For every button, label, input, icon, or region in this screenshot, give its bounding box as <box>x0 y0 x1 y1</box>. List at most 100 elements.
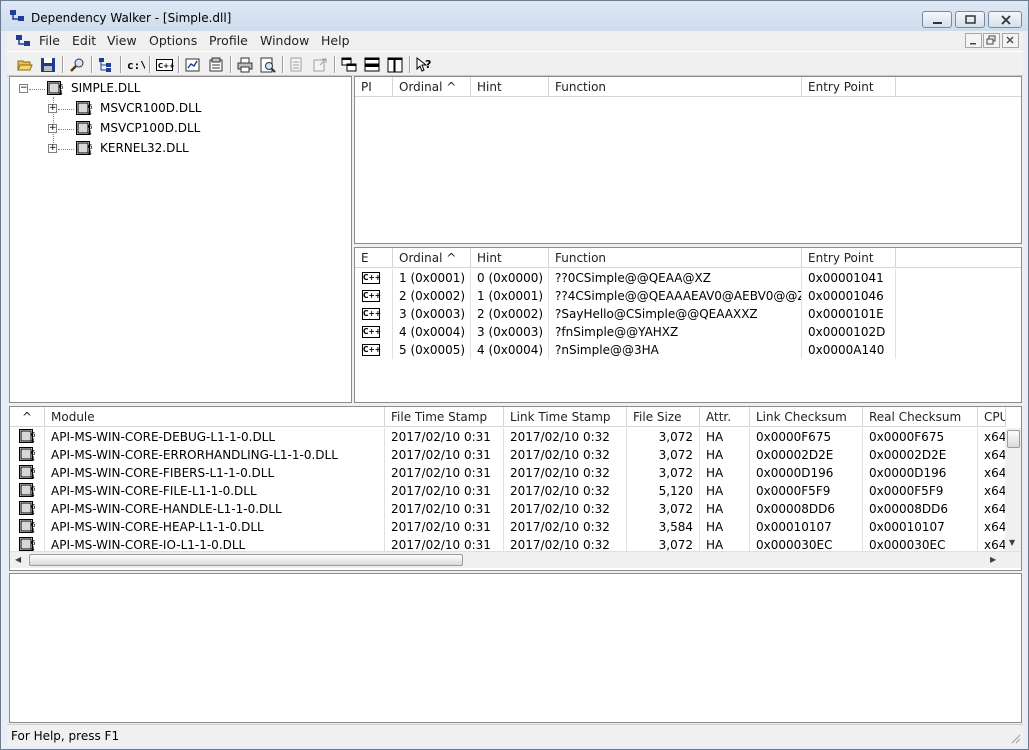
external-viewer-button[interactable] <box>310 55 330 74</box>
find-button[interactable] <box>67 55 87 74</box>
document-system-menu-icon[interactable] <box>15 34 31 48</box>
title-bar[interactable]: Dependency Walker - [Simple.dll] <box>1 1 1028 31</box>
column-attr[interactable]: Attr. <box>700 407 750 427</box>
toolbar-separator <box>149 56 151 73</box>
module-list-vertical-scrollbar[interactable]: ▼ <box>1005 428 1021 551</box>
menu-edit[interactable]: Edit <box>72 33 96 48</box>
save-button[interactable] <box>38 55 58 74</box>
tree-item-msvcr100d[interactable]: + 64 MSVCR100D.DLL <box>10 99 350 119</box>
undecorate-cpp-button[interactable]: C++ <box>154 55 174 74</box>
table-row[interactable]: 6 4 API-MS-WIN-CORE-ERRORHANDLING-L1-1-0.D… <box>10 446 1006 464</box>
column-real-checksum[interactable]: Real Checksum <box>863 407 978 427</box>
table-row[interactable]: 6 4 API-MS-WIN-CORE-IO-L1-1-0.DLL 2017/02/1… <box>10 536 1006 551</box>
column-module[interactable]: Module <box>45 407 385 427</box>
tile-vertical-button[interactable] <box>385 55 405 74</box>
print-button[interactable] <box>235 55 255 74</box>
table-row[interactable]: C++ 5 (0x0005) 4 (0x0004) ?nSimple@@3HA 0x00… <box>355 341 896 359</box>
column-hint[interactable]: Hint <box>471 77 549 97</box>
module-dependency-tree[interactable]: − 64 SIMPLE.DLL + 64 MSVCR100D.DLL + 64 … <box>9 76 352 403</box>
full-paths-button[interactable]: c:\ <box>125 55 145 74</box>
column-function[interactable]: Function <box>549 248 802 268</box>
scroll-thumb[interactable] <box>29 554 463 566</box>
cell-ordinal: 5 (0x0005) <box>393 341 471 359</box>
column-link-time-stamp[interactable]: Link Time Stamp <box>504 407 627 427</box>
table-row[interactable]: 6 4 API-MS-WIN-CORE-FIBERS-L1-1-0.DLL 2017/… <box>10 464 1006 482</box>
scroll-right-icon[interactable]: ▶ <box>990 555 996 564</box>
column-link-checksum[interactable]: Link Checksum <box>750 407 863 427</box>
highlight-match-button[interactable] <box>287 55 307 74</box>
cascade-button[interactable] <box>339 55 359 74</box>
copy-button[interactable] <box>96 55 116 74</box>
cell-file-size: 3,584 <box>627 518 700 536</box>
column-function[interactable]: Function <box>549 77 802 97</box>
parent-import-list[interactable]: PI Ordinal ^ Hint Function Entry Point <box>354 76 1022 244</box>
close-button[interactable] <box>988 11 1022 28</box>
column-sort[interactable]: ^ <box>10 407 45 427</box>
export-function-list[interactable]: E Ordinal ^ Hint Function Entry Point C+… <box>354 247 1022 403</box>
menu-options[interactable]: Options <box>149 33 197 48</box>
mdi-close-button[interactable] <box>1002 33 1019 48</box>
cpp-function-icon: C++ <box>362 272 382 284</box>
table-row[interactable]: C++ 4 (0x0004) 3 (0x0003) ?fnSimple@@YAHXZ 0… <box>355 323 896 341</box>
mdi-minimize-button[interactable] <box>965 33 982 48</box>
resize-grip-icon[interactable] <box>1009 732 1021 744</box>
menu-help[interactable]: Help <box>321 33 350 48</box>
column-cpu[interactable]: CPU <box>978 407 1006 427</box>
expand-icon[interactable]: + <box>48 104 57 113</box>
expand-icon[interactable]: + <box>48 144 57 153</box>
maximize-button[interactable] <box>955 11 985 28</box>
column-entry-point[interactable]: Entry Point <box>802 248 896 268</box>
cell-hint: 0 (0x0000) <box>471 269 549 287</box>
cell-attr: HA <box>700 446 750 464</box>
log-view[interactable] <box>9 573 1022 723</box>
column-e[interactable]: E <box>355 248 393 268</box>
highlight-match-icon <box>290 57 302 72</box>
collapse-icon[interactable]: − <box>19 84 28 93</box>
tree-item-root[interactable]: − 64 SIMPLE.DLL <box>10 79 350 99</box>
cell-attr: HA <box>700 482 750 500</box>
column-entry-point[interactable]: Entry Point <box>802 77 896 97</box>
scroll-down-icon[interactable]: ▼ <box>1009 538 1015 547</box>
view-properties-button[interactable] <box>183 55 203 74</box>
column-file-time-stamp[interactable]: File Time Stamp <box>385 407 504 427</box>
cell-icon: 64 <box>10 500 45 518</box>
context-help-icon: ? <box>416 57 431 72</box>
cell-icon: 64 <box>10 446 45 464</box>
table-row[interactable]: 6 4 API-MS-WIN-CORE-DEBUG-L1-1-0.DLL 2017/0… <box>10 428 1006 446</box>
menu-profile[interactable]: Profile <box>209 33 248 48</box>
cell-cpu: x64 <box>978 446 1006 464</box>
cell-entry-point: 0x00001046 <box>802 287 896 305</box>
table-row[interactable]: 6 4 API-MS-WIN-CORE-HANDLE-L1-1-0.DLL 2017/… <box>10 500 1006 518</box>
column-file-size[interactable]: File Size <box>627 407 700 427</box>
table-row[interactable]: 6 4 API-MS-WIN-CORE-FILE-L1-1-0.DLL 2017/02… <box>10 482 1006 500</box>
expand-icon[interactable]: + <box>48 124 57 133</box>
print-preview-button[interactable] <box>258 55 278 74</box>
module-list-horizontal-scrollbar[interactable]: ◀ ▶ <box>10 551 1021 568</box>
column-ordinal[interactable]: Ordinal ^ <box>393 248 471 268</box>
tree-item-kernel32[interactable]: + 64 KERNEL32.DLL <box>10 139 350 159</box>
open-button[interactable] <box>15 55 35 74</box>
table-row[interactable]: 6 4 API-MS-WIN-CORE-HEAP-L1-1-0.DLL 2017/02… <box>10 518 1006 536</box>
tree-item-msvcp100d[interactable]: + 64 MSVCP100D.DLL <box>10 119 350 139</box>
scroll-left-icon[interactable]: ◀ <box>15 555 21 564</box>
column-ordinal[interactable]: Ordinal ^ <box>393 77 471 97</box>
scroll-thumb[interactable] <box>1007 430 1020 448</box>
cell-link-checksum: 0x00008DD6 <box>750 500 863 518</box>
column-pi[interactable]: PI <box>355 77 393 97</box>
table-row[interactable]: C++ 1 (0x0001) 0 (0x0000) ??0CSimple@@QEAA@… <box>355 269 896 287</box>
table-row[interactable]: C++ 2 (0x0002) 1 (0x0001) ??4CSimple@@QEAAA… <box>355 287 896 305</box>
module-list[interactable]: ^ Module File Time Stamp Link Time Stamp… <box>9 406 1022 571</box>
menu-window[interactable]: Window <box>260 33 309 48</box>
minimize-button[interactable] <box>922 11 952 28</box>
menu-view[interactable]: View <box>107 33 137 48</box>
tree-item-label: MSVCR100D.DLL <box>100 101 202 115</box>
module-properties-button[interactable] <box>206 55 226 74</box>
cell-file-size: 3,072 <box>627 500 700 518</box>
context-help-button[interactable]: ? <box>414 55 434 74</box>
tile-horizontal-button[interactable] <box>362 55 382 74</box>
find-icon <box>70 58 84 72</box>
table-row[interactable]: C++ 3 (0x0003) 2 (0x0002) ?SayHello@CSimple… <box>355 305 896 323</box>
column-hint[interactable]: Hint <box>471 248 549 268</box>
menu-file[interactable]: File <box>39 33 60 48</box>
mdi-restore-button[interactable] <box>983 33 1000 48</box>
